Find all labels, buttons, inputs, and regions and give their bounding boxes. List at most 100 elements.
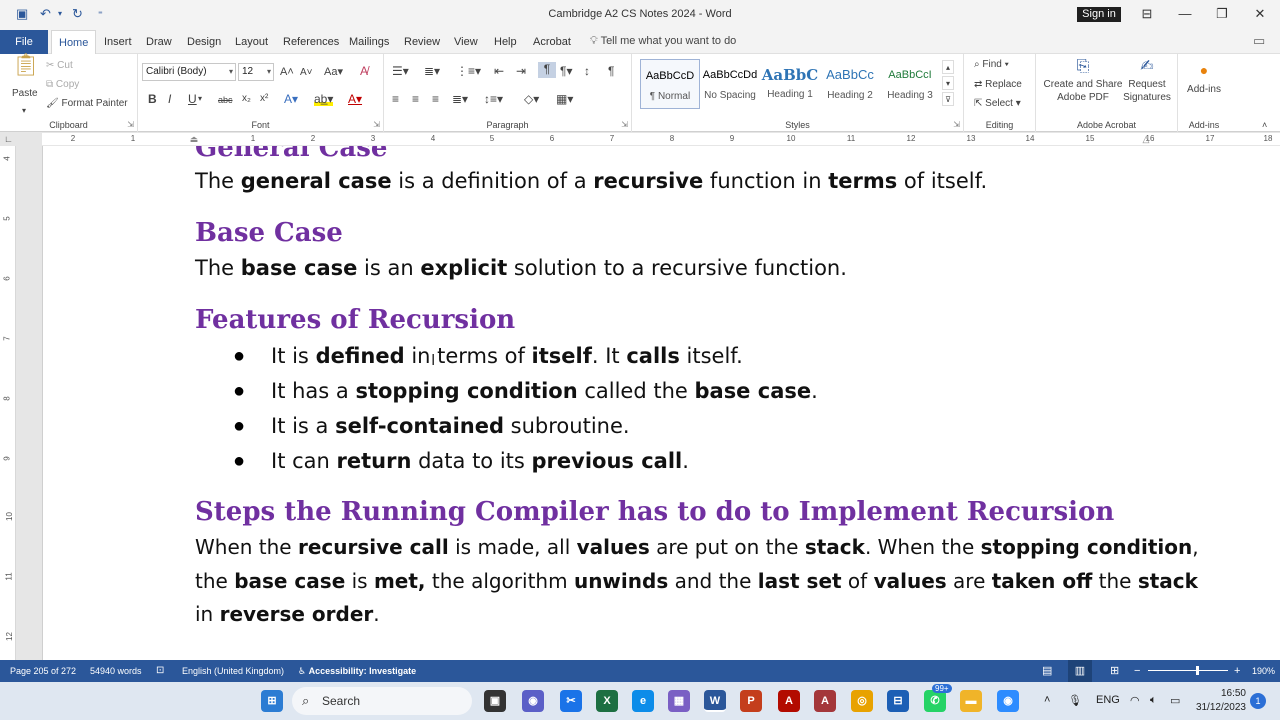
tab-references[interactable]: References: [283, 30, 339, 54]
acrobat-icon[interactable]: A: [778, 690, 800, 712]
clear-formatting-icon[interactable]: A̸: [360, 64, 368, 78]
right-indent-marker-icon[interactable]: △: [1143, 134, 1150, 145]
proofing-icon[interactable]: ⊡: [156, 660, 164, 682]
photos-icon[interactable]: ▦: [668, 690, 690, 712]
tab-layout[interactable]: Layout: [235, 30, 268, 54]
strikethrough-icon[interactable]: abc: [218, 93, 233, 107]
subscript-icon[interactable]: x₂: [242, 92, 251, 106]
style-no-spacing[interactable]: AaBbCcDd No Spacing: [700, 59, 760, 109]
borders-icon[interactable]: ▦▾: [556, 92, 573, 106]
word-icon[interactable]: W: [704, 690, 726, 712]
access-icon[interactable]: A: [814, 690, 836, 712]
styles-more-icon[interactable]: ⊽: [942, 92, 954, 106]
restore-button[interactable]: ❐: [1211, 3, 1233, 25]
language-indicator[interactable]: English (United Kingdom): [182, 660, 284, 682]
store-icon[interactable]: ⊟: [887, 690, 909, 712]
font-size-dropdown-icon[interactable]: ▾: [267, 64, 271, 80]
paragraph-launcher-icon[interactable]: ⇲: [621, 120, 628, 129]
vertical-ruler[interactable]: 4 5 6 7 8 9 10 11 12: [0, 146, 16, 660]
tab-view[interactable]: View: [454, 30, 478, 54]
tab-insert[interactable]: Insert: [104, 30, 132, 54]
tab-help[interactable]: Help: [494, 30, 517, 54]
copy-button[interactable]: ⧉ Copy: [46, 79, 79, 90]
highlight-icon[interactable]: ab̲▾: [314, 92, 334, 106]
language-tray[interactable]: ENG: [1096, 694, 1120, 706]
cut-button[interactable]: ✂ Cut: [46, 60, 73, 71]
text-effects-icon[interactable]: A▾: [284, 92, 298, 106]
read-mode-icon[interactable]: ▤: [1042, 660, 1052, 682]
sign-in-button[interactable]: Sign in: [1077, 7, 1121, 22]
align-left-icon[interactable]: ≡: [392, 92, 399, 106]
font-color-icon[interactable]: A▾: [348, 92, 362, 106]
zoom-in-icon[interactable]: +: [1234, 660, 1240, 682]
create-share-pdf-button[interactable]: ⎘ Create and Share Adobe PDF: [1040, 59, 1126, 104]
tab-draw[interactable]: Draw: [146, 30, 172, 54]
zoom-slider-thumb[interactable]: [1196, 666, 1199, 675]
style-heading-3[interactable]: AaBbCcI Heading 3: [880, 59, 940, 109]
tab-home[interactable]: Home: [51, 30, 97, 54]
styles-launcher-icon[interactable]: ⇲: [953, 120, 960, 129]
file-explorer-icon[interactable]: ▬: [960, 690, 982, 712]
page-count[interactable]: Page 205 of 272: [10, 660, 76, 682]
volume-icon[interactable]: 🔈︎: [1150, 694, 1157, 707]
italic-icon[interactable]: I: [168, 92, 171, 106]
start-icon[interactable]: ⊞: [261, 690, 283, 712]
style-heading-1[interactable]: AaBbC Heading 1: [760, 59, 820, 109]
decrease-indent-icon[interactable]: ⇤: [494, 64, 504, 78]
shrink-font-icon[interactable]: A˅: [300, 66, 313, 80]
word-count[interactable]: 54940 words: [90, 660, 142, 682]
accessibility-status[interactable]: ♿︎ Accessibility: Investigate: [298, 660, 416, 682]
minimize-button[interactable]: —: [1174, 3, 1196, 25]
rtl-text-icon[interactable]: ¶▾: [560, 64, 572, 78]
wifi-icon[interactable]: ◠: [1130, 694, 1140, 707]
chrome-icon[interactable]: ◎: [851, 690, 873, 712]
styles-scroll-down-icon[interactable]: ▾: [942, 76, 954, 90]
shading-icon[interactable]: ◇▾: [524, 92, 539, 106]
tab-review[interactable]: Review: [404, 30, 440, 54]
align-center-icon[interactable]: ≡: [412, 92, 419, 106]
font-launcher-icon[interactable]: ⇲: [373, 120, 380, 129]
microphone-icon[interactable]: 🎙︎: [1068, 694, 1082, 707]
increase-indent-icon[interactable]: ⇥: [516, 64, 526, 78]
tab-mailings[interactable]: Mailings: [349, 30, 389, 54]
clock[interactable]: 16:50 31/12/2023: [1190, 687, 1246, 715]
paste-icon[interactable]: 📋︎: [12, 54, 40, 76]
paste-button[interactable]: Paste: [12, 88, 38, 99]
zoom-level[interactable]: 190%: [1252, 660, 1275, 682]
print-layout-icon[interactable]: ▥: [1068, 660, 1092, 682]
select-button[interactable]: ⇱ Select ▾: [974, 98, 1021, 109]
change-case-icon[interactable]: Aa▾: [324, 65, 343, 79]
collapse-ribbon-icon[interactable]: ˄: [1262, 118, 1267, 132]
line-spacing-icon[interactable]: ↕≡▾: [484, 92, 503, 106]
whatsapp-icon[interactable]: ✆: [924, 690, 946, 712]
indent-marker-icon[interactable]: ⏏: [190, 134, 199, 145]
zoom-slider[interactable]: [1148, 670, 1228, 671]
web-layout-icon[interactable]: ⊞: [1110, 660, 1119, 682]
tab-acrobat[interactable]: Acrobat: [533, 30, 571, 54]
underline-icon[interactable]: U: [188, 92, 197, 106]
sort-icon[interactable]: ↕: [584, 64, 590, 78]
font-name-box[interactable]: Calibri (Body) ▾: [142, 63, 236, 81]
teams-icon[interactable]: ◉: [522, 690, 544, 712]
style-normal[interactable]: AaBbCcD ¶ Normal: [640, 59, 700, 109]
grow-font-icon[interactable]: A˄: [280, 65, 294, 79]
justify-icon[interactable]: ≣▾: [452, 92, 468, 106]
excel-icon[interactable]: X: [596, 690, 618, 712]
notification-badge[interactable]: 1: [1250, 693, 1266, 709]
superscript-icon[interactable]: x²: [260, 92, 268, 106]
bold-icon[interactable]: B: [148, 92, 157, 106]
close-button[interactable]: ✕: [1249, 3, 1271, 25]
tab-file[interactable]: File: [0, 30, 48, 54]
underline-dropdown-icon[interactable]: ▾: [198, 92, 202, 106]
zoom-app-icon[interactable]: ◉: [997, 690, 1019, 712]
numbering-icon[interactable]: ≣▾: [424, 64, 440, 78]
document-page[interactable]: General Case The general case is a defin…: [42, 146, 1280, 660]
bullets-icon[interactable]: ☰▾: [392, 64, 409, 78]
zoom-out-icon[interactable]: −: [1134, 660, 1140, 682]
align-right-icon[interactable]: ≡: [432, 92, 439, 106]
tab-design[interactable]: Design: [187, 30, 221, 54]
task-view-icon[interactable]: ▣: [484, 690, 506, 712]
tell-me-search[interactable]: 💡︎ Tell me what you want to do: [590, 30, 736, 52]
snipping-tool-icon[interactable]: ✂: [560, 690, 582, 712]
addins-button[interactable]: ● Add-ins: [1180, 62, 1228, 95]
